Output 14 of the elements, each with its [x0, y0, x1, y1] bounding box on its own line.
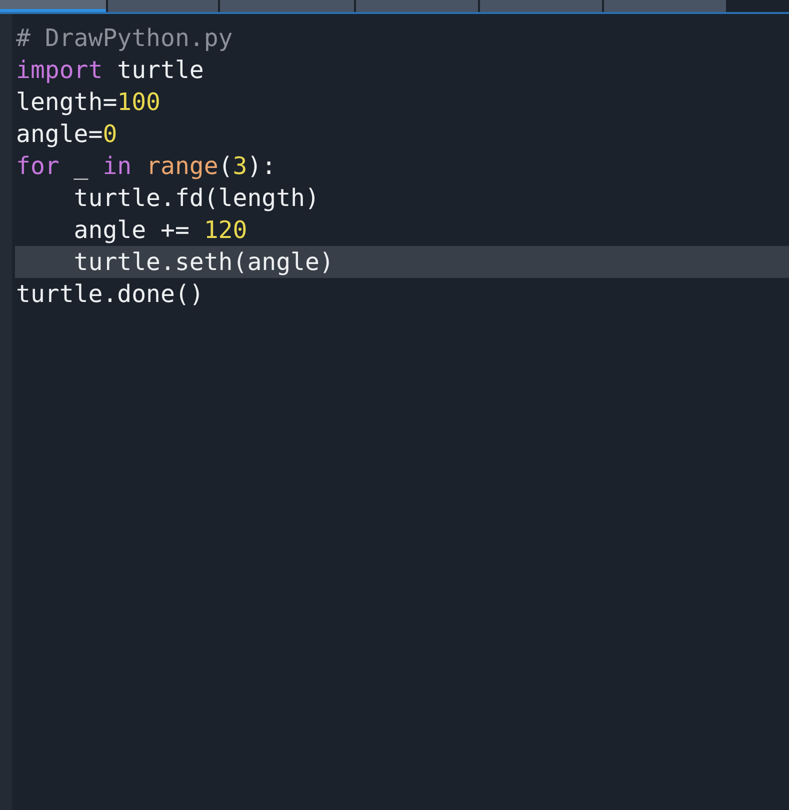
code-line: turtle.done(): [15, 279, 205, 310]
editor-tab[interactable]: [604, 0, 726, 12]
editor-tab[interactable]: [356, 0, 478, 12]
code-line: # DrawPython.py: [15, 23, 234, 54]
code-line: turtle.fd(length): [72, 183, 320, 214]
editor-tab[interactable]: [480, 0, 602, 12]
code-line: import turtle: [15, 55, 205, 86]
code-line: length=100: [15, 87, 162, 118]
editor-tab[interactable]: [0, 0, 106, 12]
code-line: for _ in range(3):: [15, 151, 278, 182]
code-line: angle=0: [15, 119, 118, 150]
editor-tab[interactable]: [220, 0, 354, 12]
editor-tab[interactable]: [108, 0, 218, 12]
code-line: angle += 120: [72, 215, 248, 246]
